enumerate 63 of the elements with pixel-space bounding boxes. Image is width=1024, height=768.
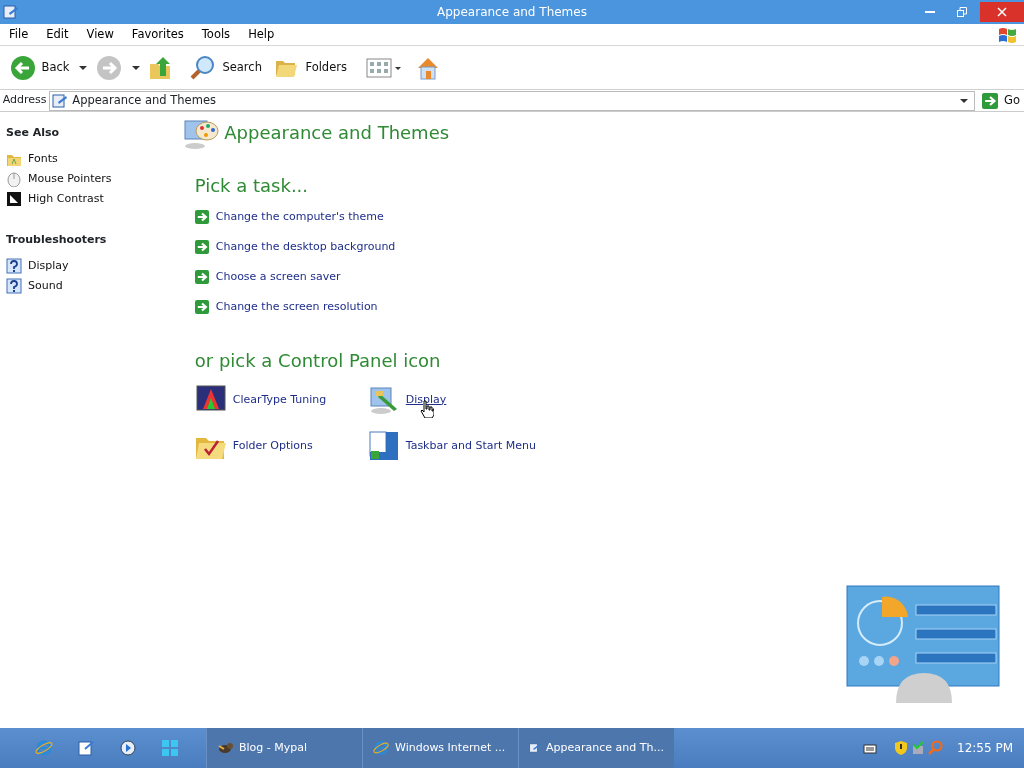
help-icon — [6, 278, 22, 295]
network-icon — [910, 740, 925, 756]
task-link[interactable]: Change the screen resolution — [194, 291, 545, 322]
window-icon — [3, 4, 19, 20]
clock: 12:55 PM — [957, 740, 1013, 757]
taskbar-button[interactable]: Appearance and Th... — [518, 728, 674, 768]
help-icon — [6, 258, 22, 275]
arrow-icon — [194, 299, 209, 314]
task-link[interactable]: Change the desktop background — [194, 231, 545, 262]
minimize-icon — [924, 11, 935, 13]
media-player-icon[interactable] — [119, 739, 137, 757]
address-field[interactable]: Appearance and Themes — [49, 90, 976, 111]
menu-item[interactable]: Favorites — [122, 25, 193, 44]
back-button[interactable]: Back — [5, 52, 74, 83]
go-button[interactable]: Go — [978, 89, 1024, 112]
up-folder-icon — [149, 55, 172, 80]
search-button[interactable]: Search — [186, 52, 266, 83]
control-panel-link[interactable]: Taskbar and Start Menu — [367, 422, 541, 469]
sidebar-link[interactable]: Sound — [6, 276, 174, 297]
mouse-icon — [6, 171, 22, 188]
section-heading: Troubleshooters — [6, 233, 108, 247]
page-title: Appearance and Themes — [224, 121, 450, 146]
taskbar-window-icon — [367, 429, 400, 462]
go-arrow-icon — [982, 92, 999, 109]
section-heading: See Also — [6, 126, 61, 140]
bird-icon — [217, 740, 233, 756]
search-icon — [190, 54, 217, 81]
task-link[interactable]: Choose a screen saver — [194, 261, 545, 292]
menu-item[interactable]: Help — [239, 25, 284, 44]
menu-item[interactable]: Tools — [192, 25, 240, 44]
arrow-icon — [194, 239, 209, 254]
section-heading: or pick a Control Panel icon — [194, 349, 442, 372]
sidebar-link[interactable]: Mouse Pointers — [6, 169, 174, 190]
close-button[interactable] — [980, 2, 1024, 22]
dropdown-caret-icon[interactable] — [78, 65, 87, 70]
control-panel-link[interactable]: Folder Options — [194, 422, 368, 469]
menu-item[interactable]: File — [0, 25, 38, 44]
taskbar-button[interactable]: Blog - Mypal — [206, 728, 362, 768]
magnifier-icon — [927, 740, 944, 756]
window-title: Appearance and Themes — [437, 4, 587, 21]
menu-item[interactable]: View — [77, 25, 123, 44]
dropdown-caret-icon[interactable] — [131, 65, 140, 70]
start-tiles-icon[interactable] — [161, 739, 179, 757]
sidebar-link[interactable]: Display — [6, 256, 174, 277]
control-panel-link[interactable]: ClearType Tuning — [194, 376, 368, 423]
views-icon — [365, 57, 402, 78]
section-heading: Pick a task... — [194, 174, 310, 197]
sidebar-link[interactable]: High Contrast — [6, 189, 174, 210]
task-link[interactable]: Change the computer's theme — [194, 201, 545, 232]
arrow-icon — [194, 209, 209, 224]
address-label: Address — [2, 92, 47, 109]
keyboard-icon — [863, 742, 877, 754]
taskbar-button[interactable]: Windows Internet ... — [362, 728, 518, 768]
restore-icon — [957, 7, 968, 17]
control-panel-link[interactable]: Display — [367, 376, 541, 423]
shield-icon — [893, 740, 908, 756]
menu-item[interactable]: Edit — [37, 25, 78, 44]
contrast-icon — [6, 191, 22, 208]
sidebar-link[interactable]: Fonts — [6, 149, 174, 170]
dropdown-caret-icon[interactable] — [960, 98, 969, 103]
arrow-icon — [194, 269, 209, 284]
folders-button[interactable]: Folders — [271, 54, 351, 81]
close-icon — [997, 7, 1007, 17]
